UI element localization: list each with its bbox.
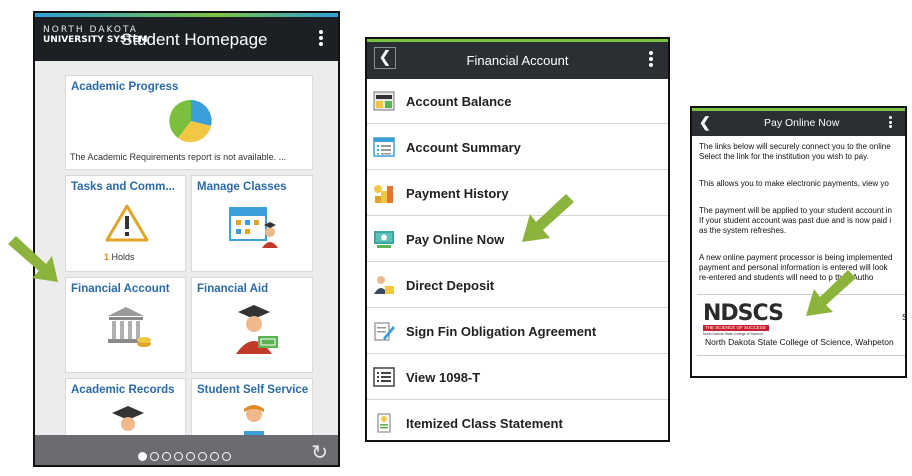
menu-item-itemized-class-statement[interactable]: Itemized Class Statement [367,401,668,440]
refresh-icon[interactable]: ↻ [311,440,328,465]
tile-financial-aid[interactable]: Financial Aid [191,277,313,373]
menu-item-account-summary[interactable]: Account Summary [367,125,668,170]
tile-title: Financial Aid [197,283,269,295]
page-indicator[interactable] [138,448,234,465]
payment-history-icon [374,185,393,203]
tile-title: Academic Records [71,384,175,396]
header-accent-line [367,39,668,42]
menu-item-account-balance[interactable]: Account Balance [367,79,668,124]
account-balance-icon [373,91,395,111]
menu-item-view-1098t[interactable]: View 1098-T [367,355,668,400]
chevron-left-icon[interactable]: ❮ [699,114,711,131]
pointer-arrow-icon [8,236,58,282]
pay-online-now-screen: ❮ Pay Online Now The links below will se… [690,106,907,378]
menu-item-label: Pay Online Now [406,232,505,247]
menu-item-label: Account Balance [406,94,512,109]
tile-tasks-and-communications[interactable]: Tasks and Comm... 1 Holds [65,175,186,272]
menu-item-label: Direct Deposit [406,278,495,293]
page-dot[interactable] [150,452,159,461]
institution-name: North Dakota State College of Science, W… [705,337,894,347]
chevron-left-icon[interactable]: ❮ [374,47,396,69]
student-homepage-screen: NORTH DAKOTA UNIVERSITY SYSTEM Student H… [33,11,340,467]
itemized-statement-icon [377,413,391,433]
calendar-student-icon [229,207,278,248]
more-menu-icon[interactable] [318,30,324,48]
info-text-line: The payment will be applied to your stud… [699,206,893,215]
ndscs-logo: NDSCS THE SCIENCE OF SUCCESS North Dakot… [703,301,784,336]
tile-student-self-service[interactable]: Student Self Service [191,378,313,438]
tile-manage-classes[interactable]: Manage Classes [191,175,313,272]
direct-deposit-icon [374,276,394,294]
info-text-line: A new online payment processor is being … [699,253,893,262]
account-summary-icon [373,137,395,157]
page-dot[interactable] [198,452,207,461]
info-text-line: payment and personal information is ente… [699,263,888,272]
more-menu-icon[interactable] [648,51,654,69]
page-title: Financial Account [466,53,569,68]
info-text-line: The links below will securely connect yo… [699,142,891,151]
pointer-arrow-icon [806,270,856,316]
pager-bar: ↻ [35,435,338,465]
holds-label: Holds [111,252,135,262]
header-accent-line [692,108,905,111]
tile-academic-records[interactable]: Academic Records [65,378,186,438]
menu-item-label: Account Summary [406,140,521,155]
app-header: Financial Account ❮ [367,39,668,79]
ndscs-logo-tagline: THE SCIENCE OF SUCCESS [703,325,769,331]
page-dot[interactable] [210,452,219,461]
bank-coins-icon [108,307,151,347]
page-dot[interactable] [222,452,231,461]
page-title: Pay Online Now [764,117,840,129]
tile-academic-progress[interactable]: Academic Progress The Academic Requireme… [65,75,313,170]
tile-title: Tasks and Comm... [71,181,175,193]
page-dot[interactable] [186,452,195,461]
app-header: NORTH DAKOTA UNIVERSITY SYSTEM Student H… [35,13,338,61]
graduate-money-icon [236,305,278,354]
tile-title: Academic Progress [71,81,179,93]
menu-item-sign-fin-obligation-agreement[interactable]: Sign Fin Obligation Agreement [367,309,668,354]
menu-item-direct-deposit[interactable]: Direct Deposit [367,263,668,308]
tile-financial-account[interactable]: Financial Account [65,277,186,373]
page-dot[interactable] [138,452,147,461]
menu-item-label: View 1098-T [406,370,481,385]
academic-requirements-note: The Academic Requirements report is not … [70,152,287,162]
info-text-line: as the system refreshes. [699,226,787,235]
info-text-line: If your student account was past due and… [699,216,892,225]
tile-title: Student Self Service [197,384,309,396]
page-dot[interactable] [162,452,171,461]
graduate-icon [112,406,144,437]
truncated-text: S [902,313,907,322]
ndscs-logo-subline: North Dakota State College of Science [703,332,763,336]
tile-grid: Academic Progress The Academic Requireme… [35,61,338,438]
holds-indicator: 1 Holds [104,252,135,262]
warning-icon [105,204,149,242]
ndscs-logo-word: NDSCS [703,301,784,326]
menu-item-label: Payment History [406,186,509,201]
tile-title: Financial Account [71,283,170,295]
sign-agreement-icon [374,322,395,341]
tile-title: Manage Classes [197,181,287,193]
menu-item-label: Itemized Class Statement [406,416,563,431]
pointer-arrow-icon [522,194,574,242]
info-text-line: This allows you to make electronic payme… [699,179,889,188]
app-header: ❮ Pay Online Now [692,108,905,136]
info-text-line: Select the link for the institution you … [699,152,869,161]
more-menu-icon[interactable] [887,116,893,130]
holds-count: 1 [104,252,110,262]
page-dot[interactable] [174,452,183,461]
reader-icon [242,405,266,437]
view-1098t-icon [373,367,395,387]
pie-chart-icon [169,99,212,143]
pay-online-icon [374,231,394,248]
menu-item-label: Sign Fin Obligation Agreement [406,324,597,339]
page-title: Student Homepage [121,30,268,49]
header-accent-line [35,13,338,17]
